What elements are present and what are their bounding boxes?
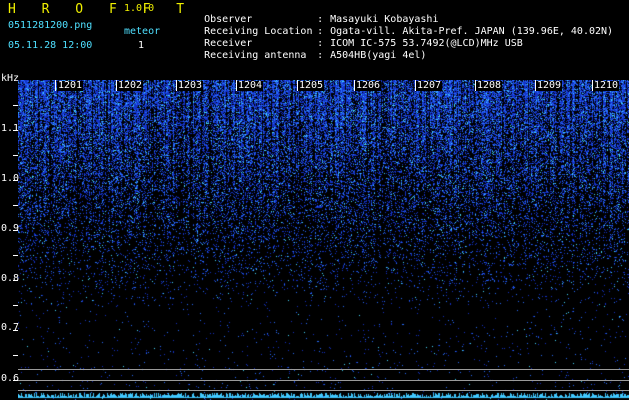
spectrogram-canvas: [18, 80, 629, 400]
antenna-value: A504HB(yagi 4el): [330, 50, 427, 61]
x-tick-label: 1201: [57, 80, 84, 91]
y-tick-label: 1.1: [1, 123, 20, 134]
y-tick-label: 0.7: [1, 322, 20, 333]
meteor-label: meteor: [124, 26, 161, 37]
x-tick-label: 1203: [177, 80, 204, 91]
meteor-count: 1: [138, 40, 145, 51]
y-tick: [13, 330, 18, 331]
y-tick-label: 0.6: [1, 373, 20, 384]
app-title: H R O F F T: [8, 2, 194, 17]
x-tick-label: 1208: [476, 80, 503, 91]
antenna-row: Receiving antenna: A504HB(yagi 4el): [180, 41, 426, 71]
y-tick: [13, 355, 18, 356]
reference-line-upper: [18, 369, 629, 370]
y-tick: [13, 280, 18, 281]
y-tick: [13, 230, 18, 231]
spectrogram: [18, 80, 629, 400]
y-tick: [13, 155, 18, 156]
x-tick-label: 1206: [355, 80, 382, 91]
y-tick: [13, 130, 18, 131]
y-tick: [13, 305, 18, 306]
observation-datetime: 05.11.28 12:00: [8, 40, 93, 51]
x-tick-label: 1209: [536, 80, 563, 91]
x-tick-label: 1207: [416, 80, 443, 91]
y-tick-label: 0.8: [1, 273, 20, 284]
x-tick-label: 1202: [117, 80, 144, 91]
y-tick-label: 1.0: [1, 173, 20, 184]
reference-line-lower: [18, 390, 629, 391]
y-tick-label: 0.9: [1, 223, 20, 234]
y-axis-unit: kHz: [1, 73, 20, 84]
image-filename: 0511281200.png: [8, 20, 93, 31]
y-tick: [13, 255, 18, 256]
hrofft-window: H R O F F T 1.0.0 0511281200.png meteor …: [0, 0, 629, 400]
x-tick: [55, 80, 56, 91]
separator: :: [317, 50, 324, 61]
x-tick-label: 1204: [237, 80, 264, 91]
y-tick: [13, 205, 18, 206]
app-version: 1.0.0: [124, 3, 155, 14]
reference-line-middle: [18, 380, 629, 381]
x-tick-label: 1205: [298, 80, 325, 91]
y-tick: [13, 380, 18, 381]
y-tick: [13, 180, 18, 181]
antenna-label: Receiving antenna: [204, 50, 307, 61]
y-tick: [13, 105, 18, 106]
x-tick-label: 1210: [593, 80, 620, 91]
